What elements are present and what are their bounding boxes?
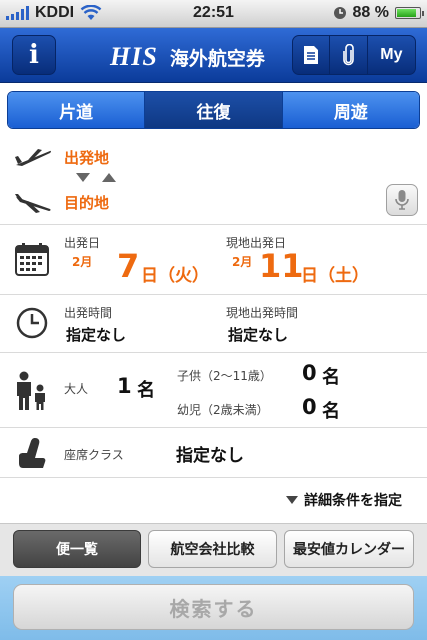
adult-label: 大人 <box>64 382 89 396</box>
child-unit: 名 <box>322 367 340 388</box>
adult-count: 1 <box>117 374 132 398</box>
departure-weekday: 日（火） <box>141 266 209 286</box>
infant-count: 0 <box>302 395 317 419</box>
return-time-label: 現地出発時間 <box>226 306 299 320</box>
brand-logo: HIS <box>110 42 158 71</box>
calendar-icon <box>15 243 49 276</box>
infant-unit: 名 <box>322 401 340 422</box>
route-row: 出発地 目的地 <box>0 135 427 225</box>
header-actions: My <box>292 35 416 75</box>
voice-input-button[interactable] <box>386 184 418 216</box>
times-row[interactable]: 出発時間 指定なし 現地出発時間 指定なし <box>0 295 427 353</box>
departure-field[interactable]: 出発地 <box>64 147 109 168</box>
tab-one-way[interactable]: 片道 <box>8 92 146 128</box>
return-time-value: 指定なし <box>228 326 289 344</box>
tab-airline-compare[interactable]: 航空会社比較 <box>148 530 277 568</box>
seat-class-label: 座席クラス <box>64 448 124 462</box>
alarm-icon <box>333 7 346 19</box>
passengers-row[interactable]: 大人 1 名 子供（2〜11歳） 0 名 幼児（2歳未満） 0 名 <box>0 353 427 428</box>
result-view-tabs: 便一覧 航空会社比較 最安値カレンダー <box>0 523 427 576</box>
info-button[interactable]: i <box>12 35 56 75</box>
departure-month: 2月 <box>72 255 93 269</box>
clock-icon <box>16 307 48 339</box>
document-icon <box>304 46 319 64</box>
takeoff-icon <box>15 149 51 166</box>
status-bar: KDDI 22:51 88 % <box>0 0 427 28</box>
adult-unit: 名 <box>137 380 155 401</box>
my-page-button[interactable]: My <box>368 36 415 74</box>
infant-label: 幼児（2歳未満） <box>177 403 269 417</box>
destination-field[interactable]: 目的地 <box>64 192 109 213</box>
swap-buttons <box>76 173 116 182</box>
search-bar: 検索する <box>0 576 427 640</box>
swap-down-icon[interactable] <box>76 173 90 182</box>
search-button[interactable]: 検索する <box>13 584 414 630</box>
return-day: 11 <box>259 247 304 285</box>
app-header: i HIS 海外航空券 My <box>0 28 427 83</box>
page-title: 海外航空券 <box>169 47 265 70</box>
tab-round-trip[interactable]: 往復 <box>145 92 283 128</box>
trip-type-segment: 片道 往復 周遊 <box>7 91 420 129</box>
battery-percent: 88 % <box>352 4 389 21</box>
seat-icon <box>19 438 46 468</box>
swap-up-icon[interactable] <box>102 173 116 182</box>
departure-time-value: 指定なし <box>66 326 127 344</box>
dates-row[interactable]: 出発日 2月 7 日（火） 現地出発日 2月 11 日（土） <box>0 225 427 295</box>
child-count: 0 <box>302 361 317 385</box>
passengers-icon <box>17 371 45 410</box>
child-label: 子供（2〜11歳） <box>177 369 272 383</box>
tab-flight-list[interactable]: 便一覧 <box>13 530 141 568</box>
seat-class-value: 指定なし <box>176 446 244 466</box>
battery-fill <box>397 9 417 17</box>
tab-lowest-price-calendar[interactable]: 最安値カレンダー <box>284 530 414 568</box>
app-logo: HIS 海外航空券 <box>110 42 265 72</box>
departure-day: 7 <box>117 247 140 285</box>
detail-conditions-link[interactable]: 詳細条件を指定 <box>286 490 402 510</box>
return-weekday: 日（土） <box>301 266 369 286</box>
return-month: 2月 <box>232 255 253 269</box>
paperclip-icon <box>342 44 354 66</box>
detail-row: 詳細条件を指定 <box>0 478 427 523</box>
detail-conditions-label: 詳細条件を指定 <box>304 493 402 509</box>
departure-date-label: 出発日 <box>64 236 101 250</box>
triangle-down-icon <box>286 496 298 504</box>
departure-time-label: 出発時間 <box>64 306 113 320</box>
status-right: 88 % <box>333 4 424 22</box>
tab-multi-city[interactable]: 周遊 <box>282 92 419 128</box>
microphone-icon <box>395 190 409 210</box>
battery-icon <box>395 7 424 19</box>
document-button[interactable] <box>293 36 331 74</box>
trip-type-bar: 片道 往復 周遊 <box>0 83 427 135</box>
seat-class-row[interactable]: 座席クラス 指定なし <box>0 428 427 478</box>
landing-icon <box>15 194 51 213</box>
clip-button[interactable] <box>330 36 368 74</box>
